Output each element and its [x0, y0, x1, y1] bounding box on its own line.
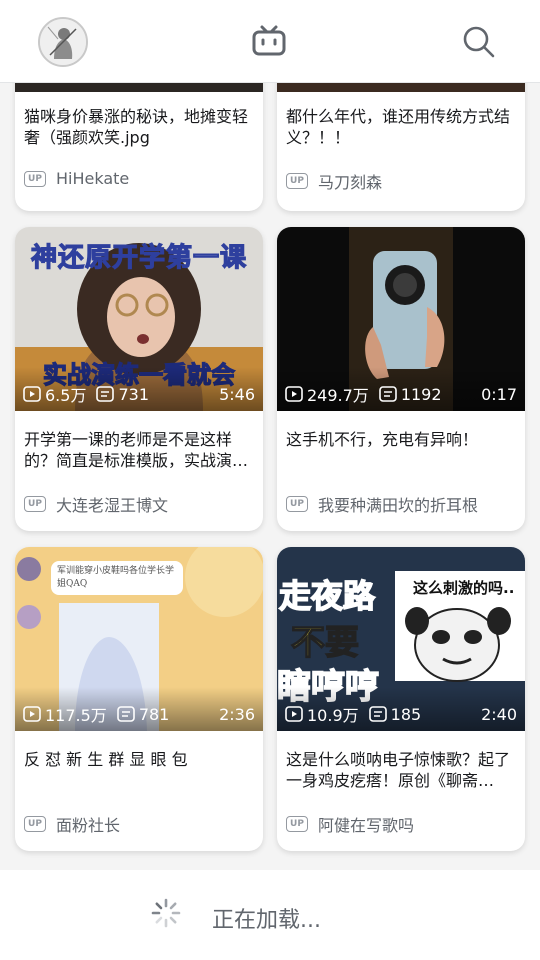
video-author[interactable]: UP 马刀刻森 — [286, 169, 382, 193]
danmaku-icon — [368, 706, 387, 722]
author-name: 阿健在写歌吗 — [318, 816, 415, 835]
loading-text: 正在加载... — [212, 908, 321, 933]
video-card[interactable]: 猫咪身价暴涨的秘诀，地摊变轻奢（强颜欢笑.jpg UP HiHekate — [15, 83, 263, 211]
tv-logo-icon[interactable] — [251, 23, 287, 59]
video-title[interactable]: 开学第一课的老师是不是这样的？简直是标准模版，实战演… — [24, 429, 256, 471]
play-count-icon — [285, 706, 303, 722]
video-author[interactable]: UP 我要种满田坎的折耳根 — [286, 492, 478, 516]
author-name: HiHekate — [56, 169, 130, 188]
up-icon: UP — [286, 496, 308, 512]
top-bar — [0, 0, 540, 83]
danmaku-icon — [379, 386, 397, 402]
video-title[interactable]: 都什么年代，谁还用传统方式结义？！！ — [286, 106, 518, 148]
video-card[interactable]: 军训能穿小皮鞋吗各位学长学姐QAQ 117.5万 781 2:36 反 怼 新 … — [15, 547, 263, 851]
thumbnail-caption-line-1: 走夜路 — [278, 576, 376, 616]
video-author[interactable]: UP 大连老湿王博文 — [24, 492, 168, 516]
video-thumbnail: 249.7万 1192 0:17 — [277, 227, 525, 411]
video-author[interactable]: UP 阿健在写歌吗 — [286, 812, 414, 836]
video-title[interactable]: 这手机不行，充电有异响！ — [286, 429, 518, 471]
video-feed[interactable]: 猫咪身价暴涨的秘诀，地摊变轻奢（强颜欢笑.jpg UP HiHekate 都什么… — [0, 83, 540, 870]
video-stats: 117.5万 781 2:36 — [23, 703, 255, 725]
danmaku-count: 781 — [117, 705, 169, 724]
video-duration: 2:40 — [481, 704, 517, 724]
video-duration: 2:36 — [219, 704, 255, 724]
loading-spinner-icon — [151, 898, 181, 928]
view-count: 6.5万 — [23, 382, 86, 406]
avatar[interactable] — [38, 17, 88, 67]
video-card[interactable]: 都什么年代，谁还用传统方式结义？！！ UP 马刀刻森 — [277, 83, 525, 211]
play-count-icon — [285, 386, 303, 402]
video-title[interactable]: 猫咪身价暴涨的秘诀，地摊变轻奢（强颜欢笑.jpg — [24, 106, 256, 148]
thumbnail-caption-line-2: 不要 — [290, 622, 360, 664]
video-thumbnail — [15, 83, 263, 92]
video-thumbnail: 军训能穿小皮鞋吗各位学长学姐QAQ 117.5万 781 2:36 — [15, 547, 263, 731]
video-card[interactable]: 249.7万 1192 0:17 这手机不行，充电有异响！ UP 我要种满田坎的… — [277, 227, 525, 531]
search-icon[interactable] — [462, 25, 496, 59]
up-icon: UP — [24, 816, 46, 832]
chat-bubble: 军训能穿小皮鞋吗各位学长学姐QAQ — [51, 561, 183, 595]
video-duration: 0:17 — [481, 384, 517, 404]
video-author[interactable]: UP 面粉社长 — [24, 812, 120, 836]
danmaku-icon — [96, 386, 115, 402]
video-thumbnail — [277, 83, 525, 92]
video-card[interactable]: 神还原开学第一课 实战演练一看就会 6.5万 731 5:46 开学第一课的老师… — [15, 227, 263, 531]
video-card[interactable]: 走夜路 不要 瞎哼哼 这么刺激的吗.. 10.9万 185 2:40 这是什么唢… — [277, 547, 525, 851]
view-count: 249.7万 — [285, 382, 369, 406]
view-count: 117.5万 — [23, 702, 107, 726]
danmaku-count: 731 — [96, 385, 149, 404]
video-stats: 10.9万 185 2:40 — [285, 703, 517, 725]
up-icon: UP — [24, 496, 46, 512]
meme-caption: 这么刺激的吗.. — [413, 579, 515, 597]
view-count: 10.9万 — [285, 702, 359, 726]
danmaku-count: 185 — [368, 705, 421, 724]
video-stats: 249.7万 1192 0:17 — [285, 383, 517, 405]
author-name: 大连老湿王博文 — [56, 496, 169, 515]
danmaku-icon — [117, 706, 135, 722]
loading-footer: 正在加载... — [0, 870, 540, 960]
danmaku-count: 1192 — [379, 385, 442, 404]
video-thumbnail: 走夜路 不要 瞎哼哼 这么刺激的吗.. 10.9万 185 2:40 — [277, 547, 525, 731]
up-icon: UP — [286, 173, 308, 189]
video-thumbnail: 神还原开学第一课 实战演练一看就会 6.5万 731 5:46 — [15, 227, 263, 411]
video-duration: 5:46 — [219, 384, 255, 404]
video-author[interactable]: UP HiHekate — [24, 169, 129, 188]
up-icon: UP — [286, 816, 308, 832]
video-title[interactable]: 反 怼 新 生 群 显 眼 包 — [24, 749, 256, 791]
author-name: 马刀刻森 — [318, 173, 383, 192]
thumbnail-caption-top: 神还原开学第一课 — [30, 242, 247, 273]
up-icon: UP — [24, 170, 46, 187]
author-name: 我要种满田坎的折耳根 — [318, 496, 479, 515]
video-title[interactable]: 这是什么唢呐电子惊悚歌？起了一身鸡皮疙瘩！原创《聊斋… — [286, 749, 518, 791]
author-name: 面粉社长 — [56, 816, 121, 835]
video-stats: 6.5万 731 5:46 — [23, 383, 255, 405]
play-count-icon — [23, 386, 41, 402]
play-count-icon — [23, 706, 41, 722]
